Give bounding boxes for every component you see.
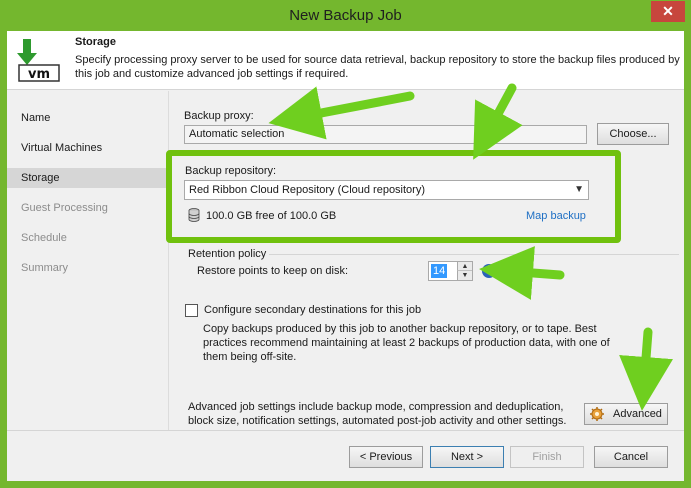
next-button[interactable]: Next > bbox=[430, 446, 504, 468]
backup-proxy-label: Backup proxy: bbox=[184, 110, 254, 122]
close-button[interactable]: ✕ bbox=[651, 1, 685, 22]
footer-divider bbox=[7, 430, 684, 431]
gear-icon bbox=[590, 407, 604, 421]
info-icon[interactable]: i bbox=[482, 264, 496, 278]
backup-repository-select[interactable]: Red Ribbon Cloud Repository (Cloud repos… bbox=[184, 180, 589, 200]
dialog-content: vm Storage Specify processing proxy serv… bbox=[7, 31, 684, 481]
retention-policy-label: Retention policy bbox=[188, 248, 267, 260]
nav-item-guest-processing: Guest Processing bbox=[21, 202, 108, 214]
database-icon bbox=[188, 208, 200, 222]
nav-item-virtual-machines[interactable]: Virtual Machines bbox=[7, 138, 168, 158]
spin-down-icon[interactable]: ▼ bbox=[457, 271, 472, 280]
backup-repository-value: Red Ribbon Cloud Repository (Cloud repos… bbox=[189, 184, 426, 196]
repository-free-space: 100.0 GB free of 100.0 GB bbox=[206, 210, 337, 222]
cancel-button[interactable]: Cancel bbox=[594, 446, 668, 468]
nav-item-summary: Summary bbox=[21, 262, 69, 274]
vm-icon-text: vm bbox=[28, 67, 50, 82]
secondary-destinations-checkbox[interactable] bbox=[185, 304, 198, 317]
map-backup-link[interactable]: Map backup bbox=[526, 210, 586, 222]
finish-button: Finish bbox=[510, 446, 584, 468]
advanced-button-label: Advanced bbox=[613, 408, 662, 420]
chevron-down-icon: ▼ bbox=[574, 184, 584, 195]
title-bar[interactable]: New Backup Job ✕ bbox=[0, 0, 691, 31]
page-title: Storage bbox=[75, 36, 116, 48]
restore-points-stepper[interactable]: 14 ▲ ▼ bbox=[428, 261, 473, 281]
advanced-button[interactable]: Advanced bbox=[584, 403, 668, 425]
choose-proxy-button[interactable]: Choose... bbox=[597, 123, 669, 145]
backup-repository-label: Backup repository: bbox=[185, 165, 277, 177]
advanced-settings-description: Advanced job settings include backup mod… bbox=[188, 401, 567, 427]
restore-points-label: Restore points to keep on disk: bbox=[197, 265, 349, 277]
wizard-header: vm Storage Specify processing proxy serv… bbox=[7, 31, 684, 90]
nav-item-storage[interactable]: Storage bbox=[7, 168, 168, 188]
nav-item-schedule: Schedule bbox=[21, 232, 67, 244]
restore-points-value: 14 bbox=[431, 264, 448, 278]
nav-divider bbox=[168, 91, 169, 430]
nav-item-name[interactable]: Name bbox=[7, 108, 168, 128]
previous-button[interactable]: < Previous bbox=[349, 446, 423, 468]
spin-up-icon[interactable]: ▲ bbox=[457, 262, 472, 271]
window-title: New Backup Job bbox=[289, 7, 402, 24]
secondary-destinations-label[interactable]: Configure secondary destinations for thi… bbox=[204, 304, 421, 316]
storage-vm-icon: vm bbox=[17, 37, 63, 83]
backup-proxy-field[interactable]: Automatic selection bbox=[184, 125, 587, 144]
page-description: Specify processing proxy server to be us… bbox=[75, 54, 680, 80]
wizard-nav: Name Virtual Machines Storage Guest Proc… bbox=[7, 91, 168, 430]
dialog-window: New Backup Job ✕ vm Storage Specify proc… bbox=[0, 0, 691, 488]
secondary-destinations-description: Copy backups produced by this job to ano… bbox=[203, 323, 610, 363]
retention-group-line bbox=[269, 254, 679, 255]
